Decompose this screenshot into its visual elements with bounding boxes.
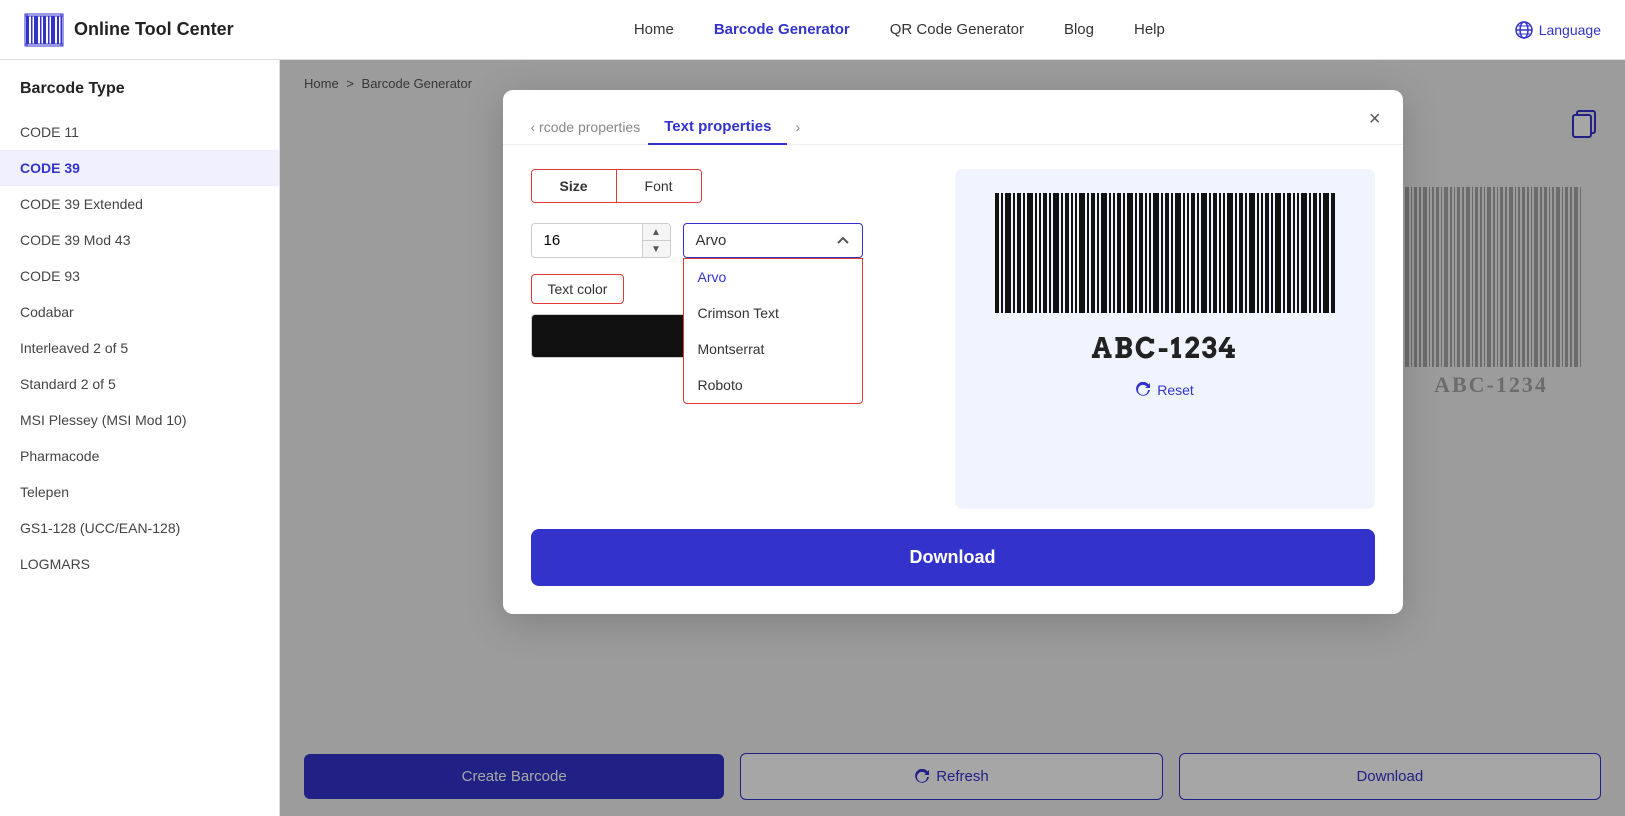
font-selected-label: Arvo bbox=[696, 232, 727, 249]
main-layout: Barcode Type CODE 11 CODE 39 CODE 39 Ext… bbox=[0, 60, 1625, 816]
barcode-svg-area bbox=[979, 193, 1351, 323]
barcode-svg bbox=[985, 193, 1345, 323]
sidebar-item-gs1[interactable]: GS1-128 (UCC/EAN-128) bbox=[0, 510, 279, 546]
size-decrement[interactable]: ▼ bbox=[642, 241, 670, 257]
font-option-arvo[interactable]: Arvo bbox=[684, 259, 862, 295]
modal-close-button[interactable]: × bbox=[1369, 108, 1381, 131]
sidebar: Barcode Type CODE 11 CODE 39 CODE 39 Ext… bbox=[0, 60, 280, 816]
sidebar-item-code93[interactable]: CODE 93 bbox=[0, 258, 279, 294]
modal-download-button[interactable]: Download bbox=[531, 529, 1375, 586]
size-font-row: 16 ▲ ▼ Arvo bbox=[531, 223, 927, 258]
font-option-roboto[interactable]: Roboto bbox=[684, 367, 862, 403]
reset-icon bbox=[1135, 382, 1151, 398]
text-color-label: Text color bbox=[531, 274, 625, 304]
modal-tab-text-properties[interactable]: Text properties bbox=[648, 110, 787, 145]
chevron-up-icon bbox=[836, 234, 850, 248]
font-option-crimson[interactable]: Crimson Text bbox=[684, 295, 862, 331]
size-spinners: ▲ ▼ bbox=[642, 224, 670, 257]
barcode-preview: ABC-1234 Reset bbox=[955, 169, 1375, 509]
reset-label: Reset bbox=[1157, 382, 1194, 398]
logo-icon bbox=[24, 10, 64, 50]
reset-button[interactable]: Reset bbox=[1135, 382, 1194, 398]
language-button[interactable]: Language bbox=[1515, 21, 1601, 39]
sidebar-item-codabar[interactable]: Codabar bbox=[0, 294, 279, 330]
size-increment[interactable]: ▲ bbox=[642, 224, 670, 241]
font-dropdown-trigger[interactable]: Arvo bbox=[683, 223, 863, 258]
sidebar-item-code39mod43[interactable]: CODE 39 Mod 43 bbox=[0, 222, 279, 258]
nav-blog[interactable]: Blog bbox=[1064, 21, 1094, 38]
prop-tab-size[interactable]: Size bbox=[532, 170, 616, 202]
nav-help[interactable]: Help bbox=[1134, 21, 1165, 38]
nav-home[interactable]: Home bbox=[634, 21, 674, 38]
size-input-wrap: 16 ▲ ▼ bbox=[531, 223, 671, 258]
logo-area: Online Tool Center bbox=[24, 10, 284, 50]
font-option-montserrat[interactable]: Montserrat bbox=[684, 331, 862, 367]
sidebar-item-logmars[interactable]: LOGMARS bbox=[0, 546, 279, 582]
sidebar-item-code39ext[interactable]: CODE 39 Extended bbox=[0, 186, 279, 222]
modal-right-panel: ABC-1234 Reset bbox=[955, 169, 1375, 509]
color-swatch[interactable] bbox=[531, 314, 691, 358]
header: Online Tool Center Home Barcode Generato… bbox=[0, 0, 1625, 60]
sidebar-item-standard25[interactable]: Standard 2 of 5 bbox=[0, 366, 279, 402]
modal-overlay: ‹ rcode properties Text properties › × S… bbox=[280, 60, 1625, 816]
sidebar-item-code11[interactable]: CODE 11 bbox=[0, 114, 279, 150]
logo-text: Online Tool Center bbox=[74, 19, 234, 40]
globe-icon bbox=[1515, 21, 1533, 39]
sidebar-item-pharmacode[interactable]: Pharmacode bbox=[0, 438, 279, 474]
font-dropdown-menu: Arvo Crimson Text Montserrat Roboto bbox=[683, 258, 863, 404]
property-tabs: Size Font bbox=[531, 169, 702, 203]
content-area: Home > Barcode Generator bbox=[280, 60, 1625, 816]
sidebar-item-telepen[interactable]: Telepen bbox=[0, 474, 279, 510]
modal-tab-next[interactable]: › bbox=[795, 119, 800, 135]
language-label: Language bbox=[1539, 22, 1601, 38]
modal-tabs: ‹ rcode properties Text properties › bbox=[503, 90, 1403, 145]
modal-body: Size Font 16 ▲ ▼ bbox=[503, 145, 1403, 509]
nav-barcode-generator[interactable]: Barcode Generator bbox=[714, 21, 850, 38]
nav-qr-generator[interactable]: QR Code Generator bbox=[890, 21, 1024, 38]
barcode-label: ABC-1234 bbox=[1091, 331, 1237, 366]
font-dropdown-wrap: Arvo Arvo Crimson Text Montserrat R bbox=[683, 223, 863, 258]
sidebar-item-interleaved[interactable]: Interleaved 2 of 5 bbox=[0, 330, 279, 366]
modal-left-panel: Size Font 16 ▲ ▼ bbox=[531, 169, 927, 509]
prop-tab-font[interactable]: Font bbox=[616, 170, 701, 202]
sidebar-item-msi[interactable]: MSI Plessey (MSI Mod 10) bbox=[0, 402, 279, 438]
main-nav: Home Barcode Generator QR Code Generator… bbox=[284, 21, 1515, 38]
modal-tab-prev[interactable]: ‹ rcode properties bbox=[531, 119, 641, 135]
sidebar-title: Barcode Type bbox=[0, 80, 279, 114]
sidebar-item-code39[interactable]: CODE 39 bbox=[0, 150, 279, 186]
modal: ‹ rcode properties Text properties › × S… bbox=[503, 90, 1403, 614]
